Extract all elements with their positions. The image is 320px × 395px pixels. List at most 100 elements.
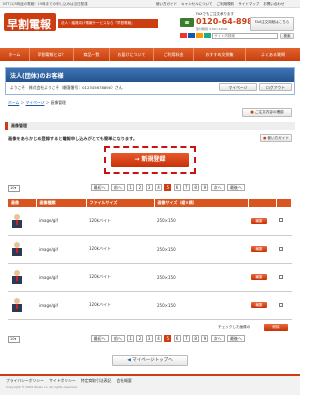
nav-products[interactable]: 商品一覧 — [74, 48, 110, 61]
card-icon-1 — [180, 33, 187, 38]
edit-button[interactable]: 編集 — [251, 246, 267, 252]
page-4[interactable]: 4 — [154, 184, 162, 191]
image-cell — [8, 235, 36, 264]
nav-pricing-label: ご利用料金 — [163, 52, 184, 57]
page-1[interactable]: 1 — [127, 184, 135, 191]
row-dims: 250×150 — [154, 235, 248, 264]
pager-next[interactable]: 次へ — [210, 184, 225, 191]
edit-button[interactable]: 編集 — [251, 274, 267, 280]
page-7[interactable]: 7 — [182, 184, 190, 191]
usage-guide-button[interactable]: ● 使い方ガイド — [260, 134, 292, 142]
edit-button[interactable]: 編集 — [251, 217, 267, 224]
header-subtitle: 法人・議員向け電報サービスなら『早割電報』 — [61, 21, 135, 25]
edit-button[interactable]: 編集 — [251, 302, 267, 308]
page-2[interactable]: 2 — [136, 184, 144, 191]
footer-company-link[interactable]: 会社概要 — [117, 378, 132, 383]
new-register-label: 新規登録 — [141, 156, 166, 163]
page-6[interactable]: 6 — [173, 335, 181, 342]
pager-top: 10▾ 最初へ 前へ 1 2 3 4 5 6 7 8 9 次へ 最後へ — [8, 184, 292, 193]
logo[interactable]: 早割電報 — [4, 13, 56, 31]
mypage-top-label: マイページトップへ — [132, 358, 173, 363]
edit-cell: 編集 — [248, 207, 276, 236]
row-checkbox[interactable] — [279, 246, 283, 251]
page-1[interactable]: 1 — [127, 335, 135, 342]
edit-cell: 編集 — [248, 291, 276, 320]
footer-privacy-link[interactable]: プライバシーポリシー — [6, 378, 44, 383]
nav-samples[interactable]: おすすめ文例集 — [194, 48, 246, 61]
pager-last[interactable]: 最後へ — [226, 335, 245, 342]
pager-last[interactable]: 最後へ — [226, 184, 245, 191]
per-page-select-bottom[interactable]: 10▾ — [8, 336, 20, 343]
breadcrumb-current: 画像管理 — [50, 100, 66, 105]
page-5[interactable]: 5 — [164, 184, 172, 191]
cancel-link[interactable]: キャンセルについて — [181, 2, 212, 6]
terms-link[interactable]: ご利用規約 — [217, 2, 235, 6]
new-register-button[interactable]: → 新規登録 — [111, 153, 189, 167]
nav-home[interactable]: ホーム — [0, 48, 30, 61]
nav-about[interactable]: 早割電報とは？ — [30, 48, 74, 61]
guide-icon: ● — [263, 136, 267, 140]
pager-first[interactable]: 最初へ — [90, 184, 109, 191]
row-type: image/gif — [36, 207, 86, 236]
table-row: image/gif 120kバイト 250×150 編集 — [8, 291, 292, 320]
edit-cell: 編集 — [248, 263, 276, 292]
pager-prev[interactable]: 前へ — [110, 335, 125, 342]
pager-next[interactable]: 次へ — [210, 335, 225, 342]
card-icon-4 — [204, 33, 211, 38]
page-7[interactable]: 7 — [182, 335, 190, 342]
bulk-label: チェックした画像の — [218, 325, 251, 329]
breadcrumb-mypage[interactable]: マイページ — [26, 100, 45, 105]
nav-delivery[interactable]: お届けについて — [110, 48, 154, 61]
site-search-input[interactable] — [212, 33, 278, 39]
top-bar: NTT/1/3時途の電報！19時までの申し込みは当日配達 使い方ガイド キャンセ… — [0, 0, 300, 8]
check-cell — [276, 235, 292, 264]
check-cell — [276, 291, 292, 320]
breadcrumb-home[interactable]: ホーム — [8, 100, 19, 105]
mypage-button[interactable]: マイページ — [219, 83, 257, 91]
col-check — [276, 199, 292, 207]
row-checkbox[interactable] — [279, 218, 283, 223]
sitemap-link[interactable]: サイトマップ — [238, 2, 259, 6]
nav-faq[interactable]: よくある質問 — [246, 48, 300, 61]
footer-site-policy-link[interactable]: サイトポリシー — [49, 378, 76, 383]
pager-first[interactable]: 最初へ — [90, 335, 109, 342]
page-8[interactable]: 8 — [192, 184, 200, 191]
guide-link[interactable]: 使い方ガイド — [156, 2, 177, 6]
mypage-top-button[interactable]: ◀ マイページトップへ — [112, 355, 188, 366]
row-size: 120kバイト — [86, 235, 154, 264]
page-6[interactable]: 6 — [173, 184, 181, 191]
page-4[interactable]: 4 — [154, 335, 162, 342]
account-heading: 法人(団体)のお客様 — [10, 73, 64, 80]
per-page-select-top[interactable]: 10▾ — [8, 185, 20, 192]
per-page-value: 10 — [10, 186, 15, 190]
footer-tokusho-link[interactable]: 特定商取引法表記 — [81, 378, 111, 383]
person-thumbnail — [11, 213, 23, 228]
row-checkbox[interactable] — [279, 302, 283, 307]
page-9[interactable]: 9 — [201, 335, 209, 342]
page-9[interactable]: 9 — [201, 184, 209, 191]
tagline: NTT/1/3時途の電報！19時までの申し込みは当日配達 — [3, 2, 88, 6]
page-3[interactable]: 3 — [145, 184, 153, 191]
page-8[interactable]: 8 — [192, 335, 200, 342]
contact-link[interactable]: お問い合わせ — [263, 2, 284, 6]
col-filesize: ファイルサイズ — [86, 199, 155, 207]
pager-prev[interactable]: 前へ — [110, 184, 125, 191]
account-heading-bar: 法人(団体)のお客様 — [6, 68, 294, 82]
logo-text: 早割電報 — [7, 18, 51, 31]
bulk-delete-button[interactable]: 削除 — [264, 324, 288, 331]
row-size: 120kバイト — [86, 207, 154, 236]
site-search-button[interactable]: 検索 — [280, 33, 294, 39]
header-subtitle-bar: 法人・議員向け電報サービスなら『早割電報』 — [58, 19, 158, 28]
row-checkbox[interactable] — [279, 274, 283, 279]
page-5[interactable]: 5 — [164, 335, 172, 342]
page-3[interactable]: 3 — [145, 335, 153, 342]
logout-button[interactable]: ログアウト — [259, 83, 292, 91]
fax-order-button[interactable]: FAX注文用紙はこちら — [250, 17, 294, 31]
check-cell — [276, 207, 292, 236]
order-confirm-button[interactable]: ■ ご注文内容の確認 — [242, 108, 292, 117]
row-size: 120kバイト — [86, 263, 154, 292]
image-cell — [8, 207, 36, 236]
nav-pricing[interactable]: ご利用料金 — [154, 48, 194, 61]
account-box: 法人(団体)のお客様 ようこそ 株式会社ようこそ（顧客番号：0123456788… — [5, 67, 295, 95]
page-2[interactable]: 2 — [136, 335, 144, 342]
